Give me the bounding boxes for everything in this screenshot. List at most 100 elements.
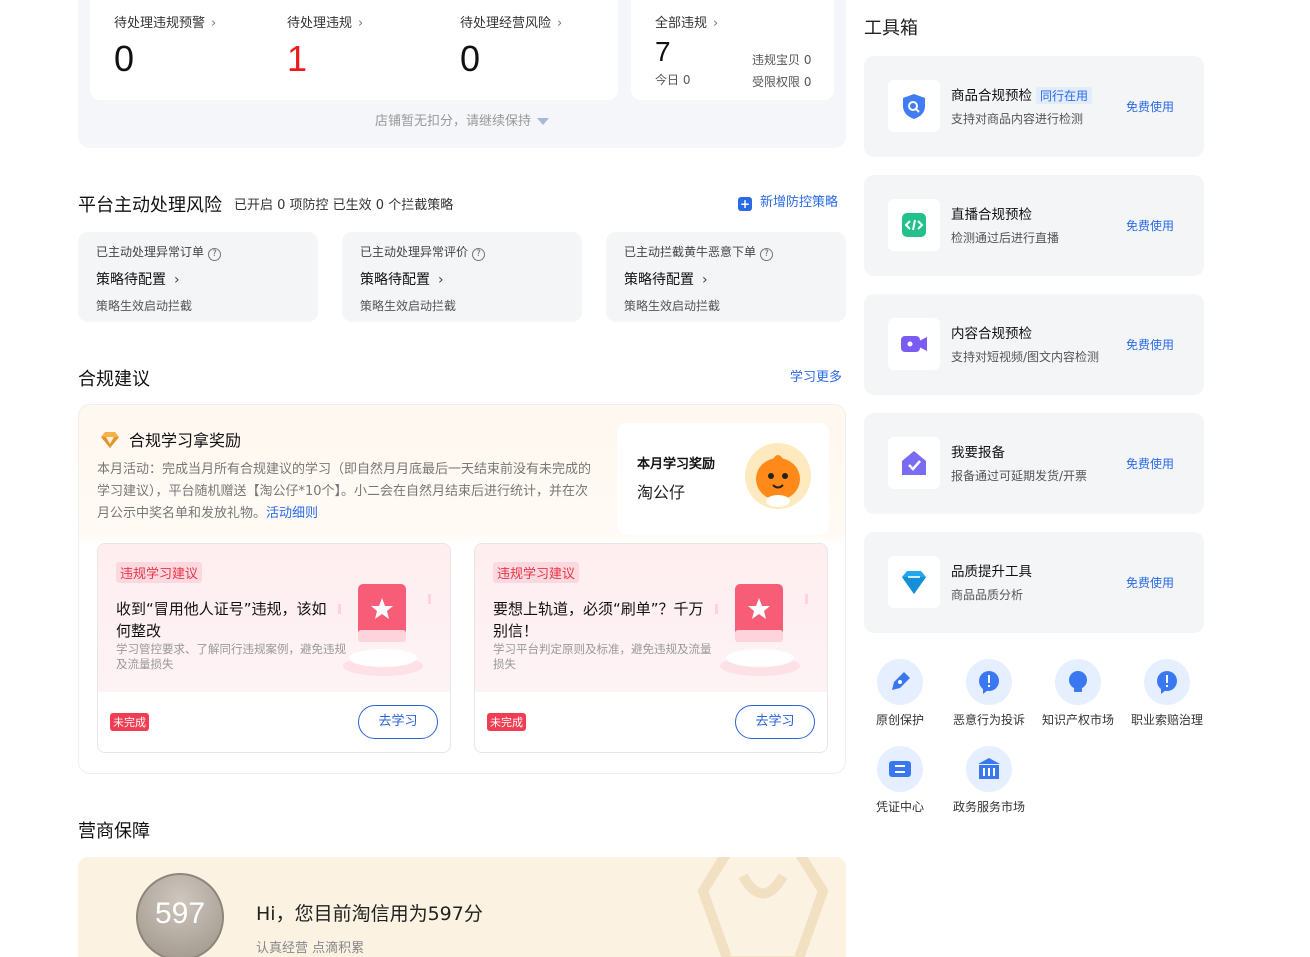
quick-claims-governance[interactable]: 职业索赔治理 <box>1127 659 1207 728</box>
pending-risk-link[interactable]: 待处理经营风险 › <box>460 12 562 31</box>
no-deduction-note[interactable]: 店铺暂无扣分，请继续保持 <box>78 110 846 129</box>
risk-card-title: 已主动处理异常评价? <box>360 243 486 261</box>
today-count: 今日 0 <box>655 73 691 87</box>
quick-label: 职业索赔治理 <box>1130 713 1203 727</box>
reward-title: 合规学习拿奖励 <box>99 427 241 451</box>
chevron-right-icon: › <box>557 16 563 31</box>
tool-desc: 支持对短视频/图文内容检测 <box>951 350 1100 364</box>
strategy-config-link[interactable]: 策略待配置 › <box>624 269 708 289</box>
all-violations-count: 7 <box>655 36 671 67</box>
pending-warning-link[interactable]: 待处理违规预警 › <box>114 12 216 31</box>
stat-title: 待处理经营风险 <box>460 16 552 31</box>
tool-name: 内容合规预检 <box>951 326 1032 342</box>
status-badge: 未完成 <box>110 713 149 731</box>
reward-description: 本月活动：完成当月所有合规建议的学习（即自然月月底最后一天结束前没有未完成的学习… <box>97 462 592 521</box>
credit-score-subtext: 认真经营 点滴积累 <box>256 941 365 956</box>
tool-card-content-check[interactable]: 内容合规预检 支持对短视频/图文内容检测 免费使用 <box>864 294 1204 395</box>
tool-desc: 报备通过可延期发货/开票 <box>951 469 1088 483</box>
free-use-link[interactable]: 免费使用 <box>1126 336 1174 353</box>
plus-icon: + <box>738 197 752 211</box>
all-violations-card: 全部违规 › 7 今日 0 违规宝贝 0 受限权限 0 <box>631 0 834 100</box>
chevron-right-icon: › <box>358 16 364 31</box>
quick-label: 原创保护 <box>875 713 924 727</box>
stat-title: 待处理违规 <box>287 16 353 31</box>
compliance-section-title: 合规建议 <box>78 369 150 390</box>
chevron-right-icon: › <box>438 272 444 288</box>
tool-card-product-check[interactable]: 商品合规预检 同行在用 支持对商品内容进行检测 免费使用 <box>864 56 1204 157</box>
risk-card-desc: 策略生效启动拦截 <box>96 299 193 313</box>
tool-desc: 检测通过后进行直播 <box>951 231 1060 245</box>
peer-use-badge: 同行在用 <box>1036 87 1093 104</box>
free-use-link[interactable]: 免费使用 <box>1126 574 1174 591</box>
tool-name: 品质提升工具 <box>951 564 1032 580</box>
quick-malicious-complaint[interactable]: 恶意行为投诉 <box>949 659 1029 728</box>
quick-ip-market[interactable]: 知识产权市场 <box>1038 659 1118 728</box>
shield-search-icon <box>903 94 925 119</box>
violation-goods-count: 违规宝贝 0 <box>752 53 812 67</box>
go-learn-button[interactable]: 去学习 <box>358 705 438 739</box>
help-icon[interactable]: ? <box>472 248 486 261</box>
tool-icon-box <box>888 556 940 608</box>
course-subtitle: 学习平台判定原则及标准，避免违规及流量损失 <box>493 642 712 671</box>
code-icon <box>902 213 926 237</box>
tool-name: 商品合规预检 同行在用 <box>951 84 1093 104</box>
tag-watermark-icon <box>698 857 828 957</box>
free-use-link[interactable]: 免费使用 <box>1126 455 1174 472</box>
strategy-config-link[interactable]: 策略待配置 › <box>360 269 444 289</box>
go-learn-button[interactable]: 去学习 <box>735 705 815 739</box>
add-strategy-link[interactable]: + 新增防控策略 <box>738 191 838 211</box>
learning-reward-panel: 合规学习拿奖励 本月活动：完成当月所有合规建议的学习（即自然月月底最后一天结束前… <box>78 404 846 774</box>
add-strategy-label: 新增防控策略 <box>760 195 839 210</box>
free-use-link[interactable]: 免费使用 <box>1126 98 1174 115</box>
chevron-right-icon: › <box>174 272 180 288</box>
risk-card-title: 已主动拦截黄牛恶意下单? <box>624 243 774 261</box>
no-deduction-text: 店铺暂无扣分，请继续保持 <box>374 114 531 129</box>
house-check-icon <box>902 451 926 475</box>
activity-rules-link[interactable]: 活动细则 <box>266 506 318 521</box>
quick-icon-circle <box>877 659 923 705</box>
help-icon[interactable]: ? <box>760 248 774 261</box>
credit-score-text: Hi，您目前淘信用为597分 <box>256 903 483 925</box>
tool-card-quality[interactable]: 品质提升工具 商品品质分析 免费使用 <box>864 532 1204 633</box>
bulb-icon <box>1069 671 1087 692</box>
course-tag: 违规学习建议 <box>493 562 580 583</box>
risk-card-title: 已主动处理异常订单? <box>96 243 222 261</box>
video-icon <box>901 336 927 352</box>
course-title: 收到“冒用他人证号”违规，该如何整改 <box>116 600 327 640</box>
all-violations-link[interactable]: 全部违规 › <box>655 12 718 31</box>
status-badge: 未完成 <box>487 713 526 731</box>
stat-title: 待处理违规预警 <box>114 16 206 31</box>
tool-desc: 支持对商品内容进行检测 <box>951 112 1084 126</box>
tool-card-live-check[interactable]: 直播合规预检 检测通过后进行直播 免费使用 <box>864 175 1204 276</box>
course-title: 要想上轨道，必须“刷单”？千万别信！ <box>493 600 704 640</box>
pending-violation-link[interactable]: 待处理违规 › <box>287 12 363 31</box>
quick-original-protection[interactable]: 原创保护 <box>860 659 940 728</box>
quick-icon-circle <box>966 659 1012 705</box>
monthly-reward-title: 本月学习奖励 <box>637 457 716 472</box>
strategy-config-link[interactable]: 策略待配置 › <box>96 269 180 289</box>
chevron-right-icon: › <box>702 272 708 288</box>
risk-card-scalpers: 已主动拦截黄牛恶意下单? 策略待配置 › 策略生效启动拦截 <box>606 232 846 322</box>
tool-name: 我要报备 <box>951 445 1005 461</box>
toolbox-title: 工具箱 <box>864 18 918 39</box>
quick-voucher-center[interactable]: 凭证中心 <box>860 746 940 815</box>
tool-card-report[interactable]: 我要报备 报备通过可延期发货/开票 免费使用 <box>864 413 1204 514</box>
voucher-icon <box>889 761 911 777</box>
course-tag: 违规学习建议 <box>116 562 203 583</box>
tool-icon-box <box>888 80 940 132</box>
risk-card-desc: 策略生效启动拦截 <box>624 299 721 313</box>
risk-card-reviews: 已主动处理异常评价? 策略待配置 › 策略生效启动拦截 <box>342 232 582 322</box>
book-icon <box>338 584 431 676</box>
tool-desc: 商品品质分析 <box>951 588 1024 602</box>
guarantee-section-title: 营商保障 <box>78 821 150 842</box>
chevron-right-icon: › <box>713 16 719 31</box>
violations-panel: 待处理违规预警 › 0 待处理违规 › 1 待处理经营风险 › 0 全部违规 › 7 今… <box>78 0 846 148</box>
mascot-avatar <box>745 443 811 509</box>
learn-more-link[interactable]: 学习更多 <box>790 366 842 385</box>
pending-violation-count: 1 <box>287 38 308 79</box>
tool-icon-box <box>888 318 940 370</box>
quick-government-market[interactable]: 政务服务市场 <box>949 746 1029 815</box>
free-use-link[interactable]: 免费使用 <box>1126 217 1174 234</box>
help-icon[interactable]: ? <box>208 248 222 261</box>
risk-card-orders: 已主动处理异常订单? 策略待配置 › 策略生效启动拦截 <box>78 232 318 322</box>
